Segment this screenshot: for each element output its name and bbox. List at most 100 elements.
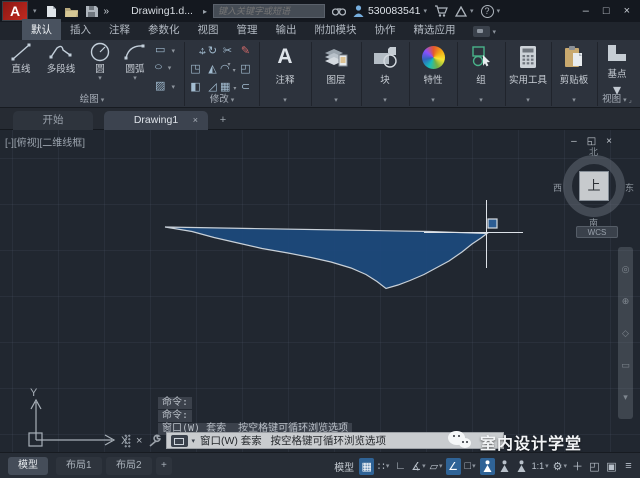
fillet-tool-icon[interactable]: ◠ ▾ xyxy=(220,62,236,75)
polyline-tool[interactable]: 多段线 xyxy=(40,40,82,75)
annotation-monitor-icon[interactable]: ＋ xyxy=(570,458,585,475)
annotation-visibility-icon[interactable] xyxy=(479,457,495,475)
hatch-tool-icon[interactable]: ▨ ▾ xyxy=(155,79,175,92)
ribbon-tab-featured[interactable]: 精选应用 xyxy=(405,19,465,40)
user-caret-icon[interactable]: ▾ xyxy=(424,7,428,15)
layout2-tab[interactable]: 布局2 xyxy=(106,457,152,475)
new-file-icon[interactable] xyxy=(45,5,58,18)
annotation-scale-icon[interactable] xyxy=(514,458,529,475)
autodesk-app-icon[interactable] xyxy=(455,5,468,17)
help-icon[interactable]: ? xyxy=(480,4,494,18)
file-tab-start[interactable]: 开始 xyxy=(13,111,93,130)
stretch-tool-icon[interactable]: ◧ xyxy=(188,80,203,93)
isometric-drafting-icon[interactable]: ▱ ▾ xyxy=(429,458,444,475)
erase-tool-icon[interactable]: ✎ xyxy=(238,44,253,57)
model-tab[interactable]: 模型 xyxy=(8,457,48,475)
line-tool[interactable]: 直线 xyxy=(4,40,38,75)
autodesk-caret-icon[interactable]: ▾ xyxy=(470,7,474,15)
new-layout-button[interactable]: + xyxy=(156,457,172,475)
circle-caret-icon[interactable]: ▾ xyxy=(86,75,114,82)
base-point-icon xyxy=(594,40,640,66)
array-tool-icon[interactable]: ▦ ▾ xyxy=(220,80,236,93)
layers-button[interactable]: 图层 xyxy=(313,42,359,94)
app-logo[interactable]: A xyxy=(2,1,28,21)
annotation-scale-value[interactable]: 1:1 ▾ xyxy=(531,458,550,475)
open-file-icon[interactable] xyxy=(64,5,79,18)
command-bar-grip[interactable] xyxy=(124,433,131,448)
annotation-button[interactable]: A 注释 xyxy=(262,42,308,94)
ribbon-tab-output[interactable]: 输出 xyxy=(267,19,306,40)
clipboard-caret-icon[interactable]: ▾ xyxy=(551,96,597,104)
draw-panel-label[interactable]: 绘图 ▾ xyxy=(0,93,184,106)
ribbon-tab-insert[interactable]: 插入 xyxy=(61,19,100,40)
explode-tool-icon[interactable]: ◰ xyxy=(238,62,253,75)
base-point-button[interactable]: 基点 ▾ xyxy=(594,40,640,99)
circle-icon xyxy=(86,40,114,64)
grid-toggle-icon[interactable]: ▦ xyxy=(359,457,375,475)
modify-panel-label[interactable]: 修改 ▾ xyxy=(186,93,258,106)
save-icon[interactable] xyxy=(85,5,98,18)
copy-tool-icon[interactable]: ◳ xyxy=(188,62,203,75)
command-input-caret-icon[interactable]: ▾ xyxy=(191,437,195,445)
help-caret-icon[interactable]: ▾ xyxy=(497,7,501,15)
mirror-tool-icon[interactable]: ◭ xyxy=(205,62,220,75)
new-drawing-tab-button[interactable]: + xyxy=(216,114,230,127)
rotate-tool-icon[interactable]: ↻ xyxy=(205,44,220,57)
block-caret-icon[interactable]: ▾ xyxy=(362,96,408,104)
ribbon-tab-collaborate[interactable]: 协作 xyxy=(366,19,405,40)
annotation-autoscale-icon[interactable] xyxy=(497,458,512,475)
rectangle-tool-icon[interactable]: ▭ ▾ xyxy=(155,43,175,56)
properties-caret-icon[interactable]: ▾ xyxy=(410,96,456,104)
arc-tool[interactable]: 圆弧 ▾ xyxy=(118,40,152,82)
cart-icon[interactable] xyxy=(434,5,448,17)
layout1-tab[interactable]: 布局1 xyxy=(56,457,102,475)
object-snap-icon[interactable]: □ ▾ xyxy=(463,458,478,475)
arc-caret-icon[interactable]: ▾ xyxy=(118,75,152,82)
ribbon-tab-view[interactable]: 视图 xyxy=(189,19,228,40)
annotation-caret-icon[interactable]: ▾ xyxy=(262,96,308,104)
ellipse-tool-icon[interactable]: ○ ▾ xyxy=(154,61,171,73)
polar-tracking-icon[interactable]: ∡ ▾ xyxy=(410,458,426,475)
object-snap-tracking-icon[interactable]: ∠ xyxy=(445,457,461,475)
ribbon-display-caret-icon[interactable]: ▾ xyxy=(493,28,497,36)
ribbon-tab-annotate[interactable]: 注释 xyxy=(100,19,139,40)
scale-tool-icon[interactable]: ◿ xyxy=(205,80,220,93)
customization-icon[interactable]: ≡ xyxy=(621,458,636,475)
maximize-button[interactable]: □ xyxy=(603,5,610,17)
command-customize-wrench-icon[interactable] xyxy=(148,434,162,447)
properties-button[interactable]: 特性 xyxy=(410,42,456,94)
file-tab-close-icon[interactable]: × xyxy=(193,111,198,130)
offset-tool-icon[interactable]: ⊂ xyxy=(238,80,253,93)
snap-toggle-icon[interactable]: ∷ ▾ xyxy=(376,458,391,475)
ribbon-tab-home[interactable]: 默认 xyxy=(22,19,61,40)
search-binoculars-icon[interactable] xyxy=(331,6,346,16)
command-bar-close-icon[interactable]: × xyxy=(136,435,142,447)
view-panel-label[interactable]: 视图 ▾ ⌟ xyxy=(594,93,640,106)
ribbon-tab-manage[interactable]: 管理 xyxy=(228,19,267,40)
group-button[interactable]: 组 xyxy=(458,42,504,94)
model-space-label[interactable]: 模型 xyxy=(334,459,354,474)
minimize-button[interactable]: – xyxy=(583,5,589,17)
group-caret-icon[interactable]: ▾ xyxy=(458,96,504,104)
search-input[interactable] xyxy=(212,4,325,18)
ribbon-display-icon[interactable] xyxy=(472,26,490,37)
clipboard-button[interactable]: 剪贴板 xyxy=(551,42,597,94)
close-button[interactable]: × xyxy=(624,5,630,17)
drawing-canvas[interactable]: [-][俯视][二维线框] – ◱ × 北 南 西 东 上 WCS ◎ ⊕ ◇ … xyxy=(0,130,640,453)
utilities-button[interactable]: 实用工具 xyxy=(505,42,551,94)
qat-more-icon[interactable]: » xyxy=(104,6,110,17)
user-icon[interactable] xyxy=(353,5,364,17)
layers-caret-icon[interactable]: ▾ xyxy=(313,96,359,104)
ortho-toggle-icon[interactable]: ∟ xyxy=(393,458,408,475)
title-expand-icon[interactable]: ▸ xyxy=(203,7,207,16)
utilities-caret-icon[interactable]: ▾ xyxy=(505,96,551,104)
file-tab-drawing1[interactable]: Drawing1 × xyxy=(104,111,208,130)
block-button[interactable]: 块 xyxy=(362,42,408,94)
workspace-gear-icon[interactable]: ⚙ ▾ xyxy=(552,458,568,475)
quick-properties-icon[interactable]: ◰ xyxy=(587,458,602,475)
circle-tool[interactable]: 圆 ▾ xyxy=(86,40,114,82)
ribbon-tab-parametric[interactable]: 参数化 xyxy=(139,19,189,40)
ribbon-tab-addins[interactable]: 附加模块 xyxy=(306,19,366,40)
clean-screen-icon[interactable]: ▣ xyxy=(604,458,619,475)
user-id[interactable]: 530083541 xyxy=(368,5,421,17)
